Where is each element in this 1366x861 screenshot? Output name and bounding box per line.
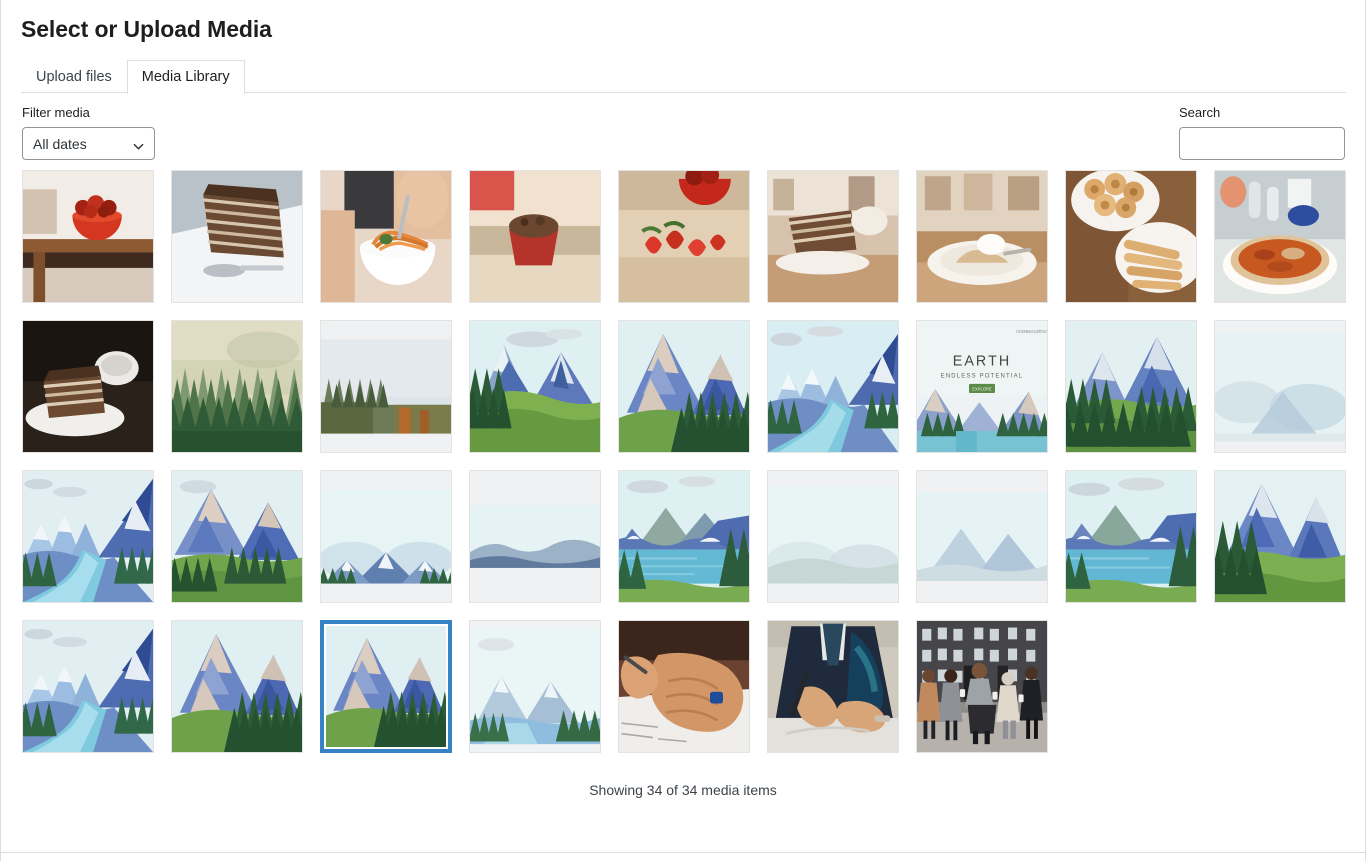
media-thumbnail[interactable] (618, 620, 750, 753)
media-thumbnail-image (1066, 471, 1196, 602)
tab-label: Media Library (141, 68, 230, 85)
media-thumbnail-image (172, 321, 302, 452)
media-thumbnail[interactable] (1065, 170, 1197, 303)
media-thumbnail-image (470, 471, 600, 602)
search-label: Search (1179, 105, 1221, 120)
media-thumbnail-image (470, 171, 600, 302)
media-thumbnail[interactable] (618, 170, 750, 303)
media-thumbnail-image (1066, 171, 1196, 302)
media-thumbnail[interactable] (469, 620, 601, 753)
media-thumbnail-image (1215, 171, 1345, 302)
tab-label: Upload files (36, 68, 112, 85)
media-thumbnail-image (326, 626, 446, 747)
date-filter-select[interactable]: All dates (22, 127, 155, 160)
media-thumbnail-image (1066, 321, 1196, 452)
media-thumbnail[interactable] (469, 170, 601, 303)
media-thumbnail[interactable] (767, 470, 899, 603)
media-thumbnail-image (917, 471, 1047, 602)
media-thumbnail-image (619, 171, 749, 302)
media-thumbnail[interactable] (767, 320, 899, 453)
media-thumbnail[interactable] (1065, 320, 1197, 453)
tabs: Upload files Media Library (21, 58, 1345, 95)
media-thumbnail-image (619, 471, 749, 602)
media-thumbnail-image (23, 321, 153, 452)
media-thumbnail[interactable] (320, 470, 452, 603)
filter-media-group: Filter media All dates (22, 105, 155, 160)
media-thumbnail[interactable] (22, 470, 154, 603)
media-thumbnail[interactable] (916, 170, 1048, 303)
search-group: Search (1179, 105, 1345, 160)
media-thumbnail-image (23, 621, 153, 752)
tab-media-library[interactable]: Media Library (126, 59, 245, 94)
media-thumbnail[interactable] (171, 320, 303, 453)
media-thumbnail-image (321, 171, 451, 302)
media-thumbnail[interactable] (320, 320, 452, 453)
media-thumbnail-image (768, 321, 898, 452)
tab-upload-files[interactable]: Upload files (21, 60, 127, 95)
media-thumbnail-image (23, 471, 153, 602)
chevron-down-icon (133, 139, 144, 150)
page-title: Select or Upload Media (21, 16, 272, 42)
media-thumbnail[interactable] (1214, 320, 1346, 453)
media-thumbnail-image (470, 321, 600, 452)
media-thumbnail-image (768, 171, 898, 302)
media-thumbnail-image (470, 621, 600, 752)
svg-text:EXPLORE: EXPLORE (972, 386, 992, 391)
media-count: Showing 34 of 34 media items (589, 782, 777, 798)
media-thumbnail[interactable] (1214, 170, 1346, 303)
media-thumbnail[interactable] (1214, 470, 1346, 603)
media-thumbnail[interactable] (171, 620, 303, 753)
media-thumbnail-image (23, 171, 153, 302)
media-thumbnail-image (768, 471, 898, 602)
modal-header: Select or Upload Media Upload files Media… (1, 0, 1365, 95)
tab-bar: Upload files Media Library (21, 58, 1346, 95)
media-thumbnail-image (1215, 321, 1345, 452)
media-thumbnail-image (172, 471, 302, 602)
media-modal: Select or Upload Media Upload files Media… (0, 0, 1366, 861)
media-thumbnail[interactable] (618, 470, 750, 603)
media-thumbnail[interactable]: HOMEABOUTCONTACTEARTHENDLESS POTENTIALEX… (916, 320, 1048, 453)
media-thumbnail[interactable] (22, 170, 154, 303)
media-thumbnail-image (1215, 471, 1345, 602)
svg-text:EARTH: EARTH (953, 353, 1012, 369)
media-thumbnail[interactable] (171, 470, 303, 603)
media-thumbnail-image (619, 621, 749, 752)
svg-text:ENDLESS POTENTIAL: ENDLESS POTENTIAL (941, 373, 1024, 379)
media-thumbnail[interactable] (469, 470, 601, 603)
media-thumbnail[interactable] (767, 620, 899, 753)
svg-text:CONTACT: CONTACT (1037, 329, 1047, 334)
media-grid: HOMEABOUTCONTACTEARTHENDLESS POTENTIALEX… (1, 170, 1365, 753)
media-toolbar: Filter media All dates Search (1, 93, 1365, 170)
date-filter-value: All dates (33, 135, 87, 152)
media-thumbnail[interactable] (320, 170, 452, 303)
media-thumbnail-image (768, 621, 898, 752)
media-thumbnail[interactable] (1065, 470, 1197, 603)
media-thumbnail[interactable] (916, 470, 1048, 603)
media-thumbnail[interactable] (916, 620, 1048, 753)
media-thumbnail-image (172, 171, 302, 302)
media-thumbnail[interactable] (22, 320, 154, 453)
media-thumbnail[interactable] (171, 170, 303, 303)
search-input[interactable] (1179, 127, 1345, 160)
modal-bottom-divider (1, 852, 1365, 853)
media-thumbnail-image (172, 621, 302, 752)
media-thumbnail[interactable] (618, 320, 750, 453)
media-thumbnail[interactable] (469, 320, 601, 453)
media-thumbnail[interactable] (22, 620, 154, 753)
media-thumbnail[interactable] (767, 170, 899, 303)
media-thumbnail-image (917, 171, 1047, 302)
media-thumbnail-image: HOMEABOUTCONTACTEARTHENDLESS POTENTIALEX… (917, 321, 1047, 452)
filter-media-label: Filter media (22, 105, 90, 120)
media-thumbnail-image (917, 621, 1047, 752)
media-thumbnail-selected[interactable] (320, 620, 452, 753)
media-thumbnail-image (321, 471, 451, 602)
media-thumbnail-image (321, 321, 451, 452)
media-thumbnail-image (619, 321, 749, 452)
